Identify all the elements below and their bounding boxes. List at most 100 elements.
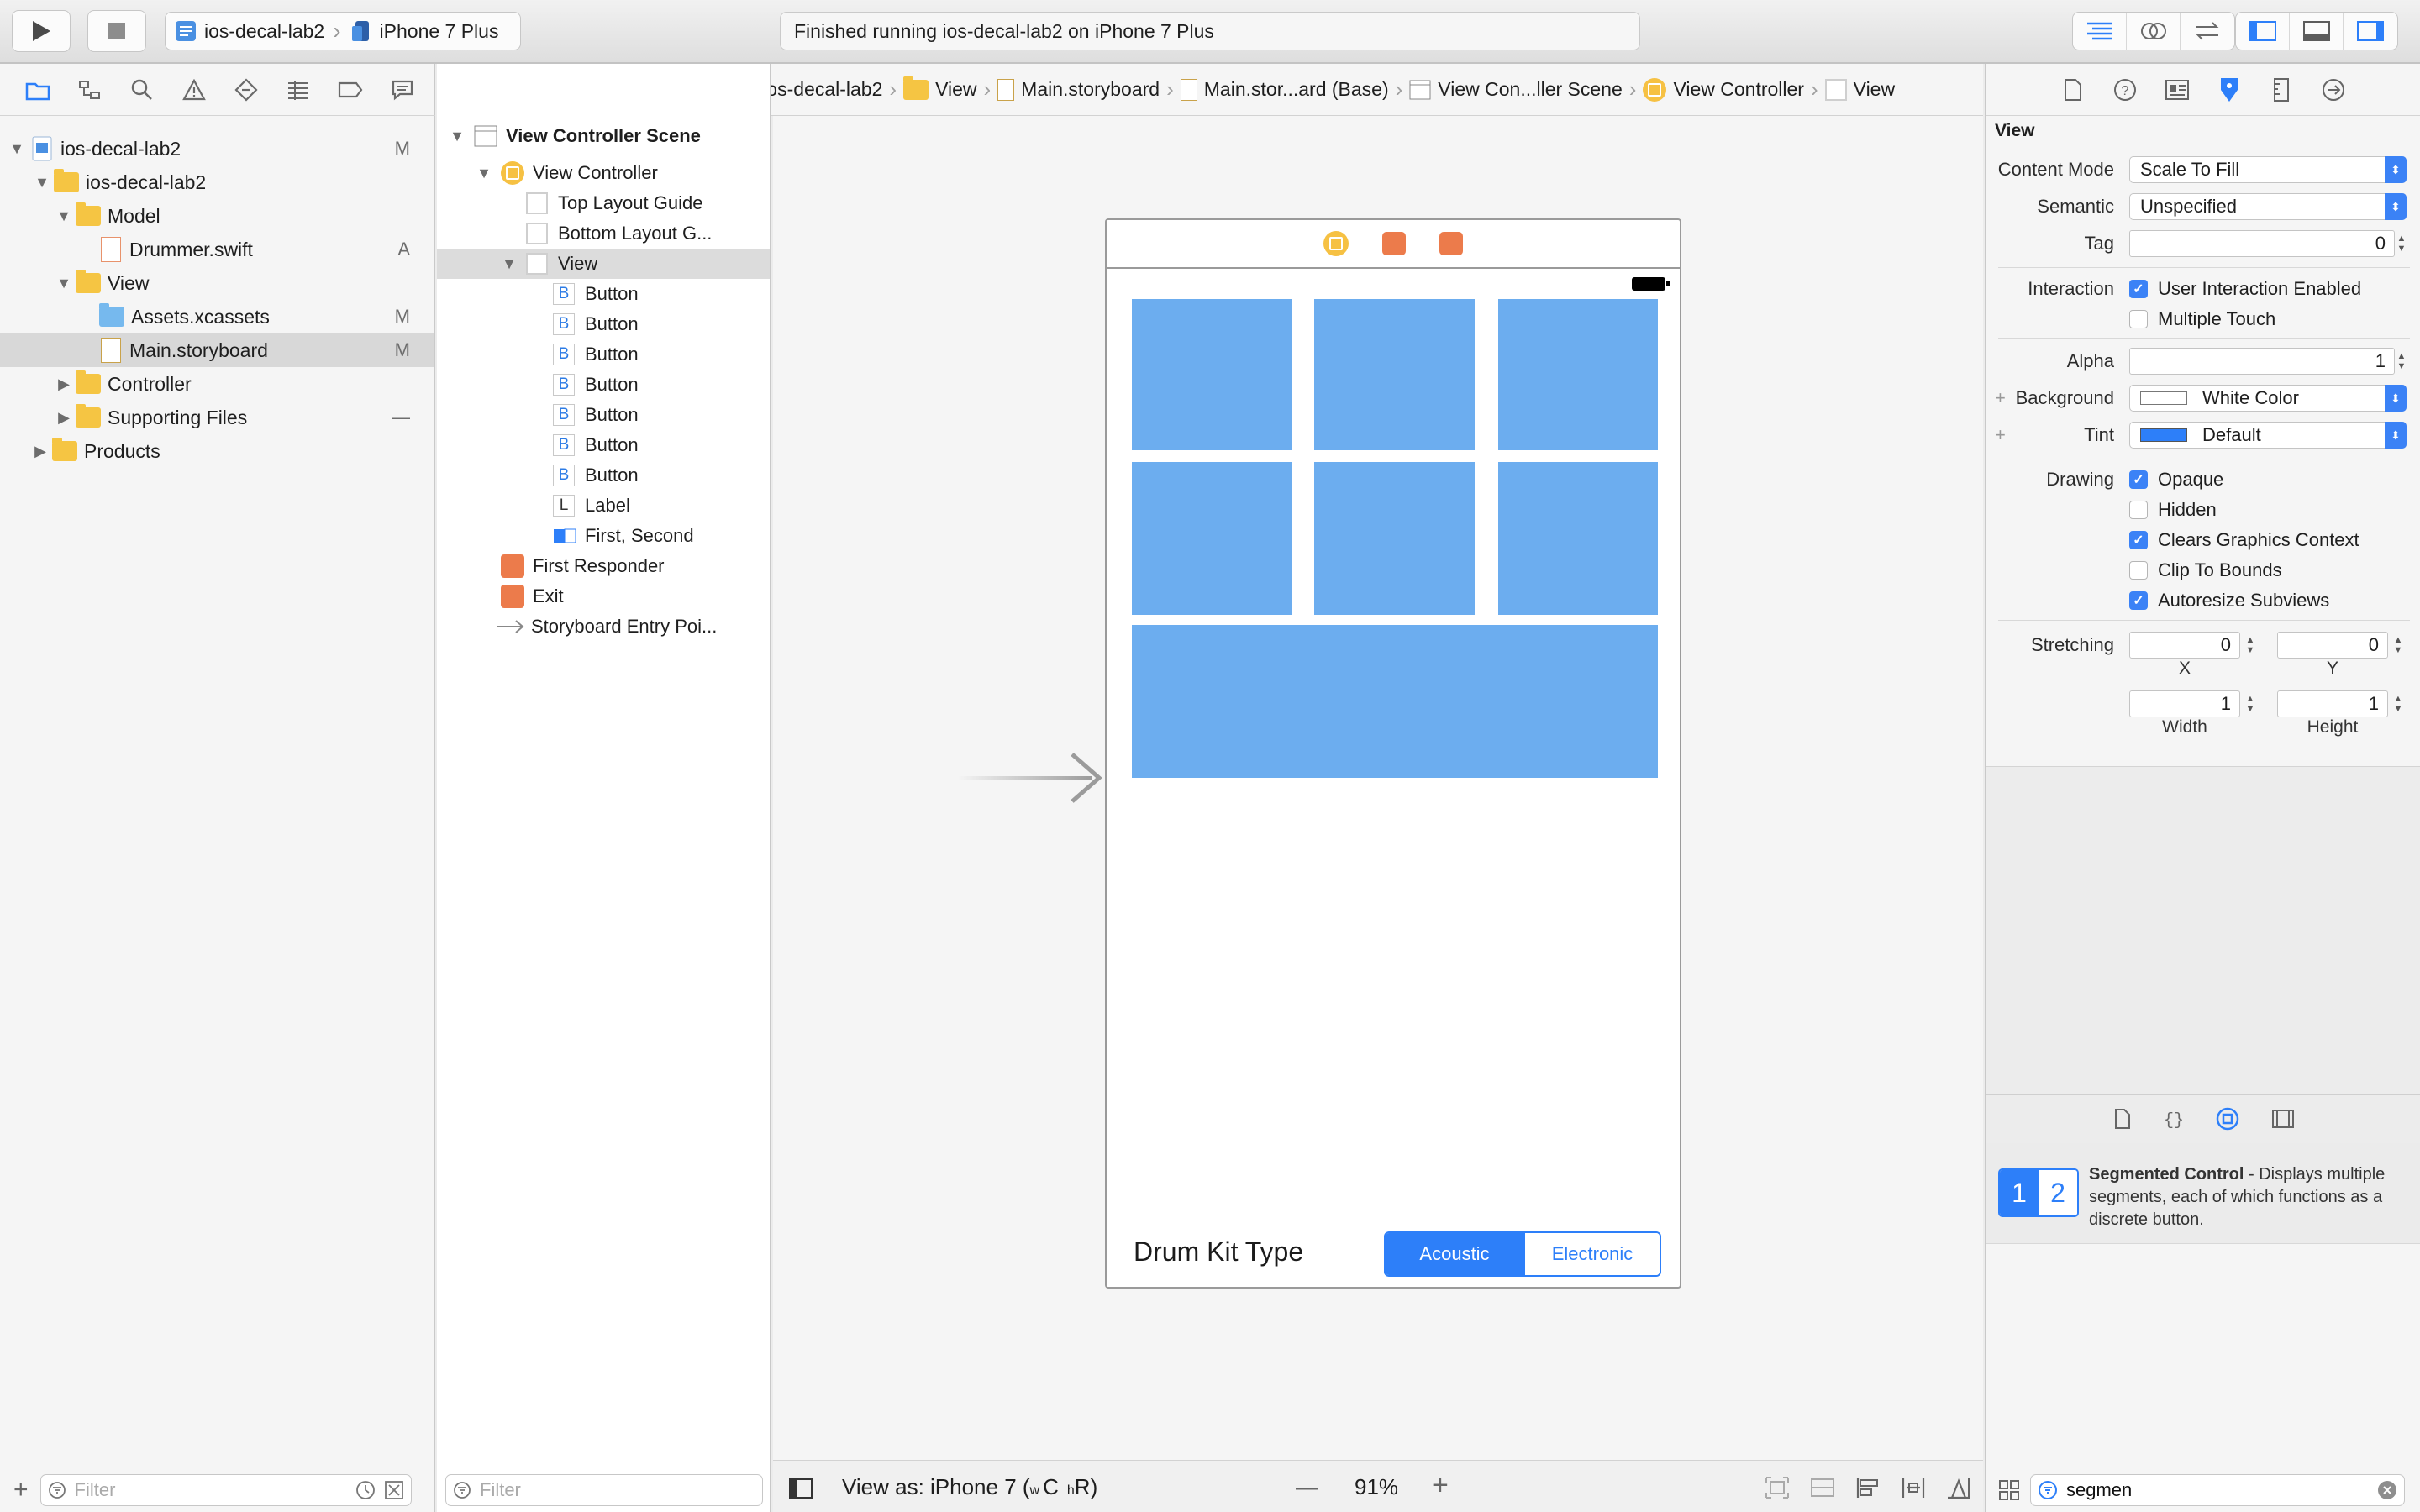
recent-clock-icon[interactable] xyxy=(355,1480,376,1500)
stretch-y-field[interactable]: 0 xyxy=(2277,632,2388,659)
outline-button[interactable]: B Button xyxy=(437,370,770,400)
outline-first-responder[interactable]: First Responder xyxy=(437,551,770,581)
tag-stepper[interactable]: ▲ ▼ xyxy=(2395,230,2408,257)
autoresize-checkbox[interactable] xyxy=(2129,591,2148,610)
clear-search-icon[interactable] xyxy=(2377,1480,2397,1500)
add-variation-icon[interactable]: + xyxy=(1995,424,2006,446)
clip-to-bounds-checkbox[interactable] xyxy=(2129,561,2148,580)
disclosure-closed-icon[interactable]: ▶ xyxy=(32,443,49,459)
outline-button[interactable]: B Button xyxy=(437,279,770,309)
outline-button[interactable]: B Button xyxy=(437,400,770,430)
scm-filter-icon[interactable] xyxy=(384,1480,404,1500)
disclosure-open-icon[interactable]: ▼ xyxy=(449,128,466,144)
disclosure-open-icon[interactable]: ▼ xyxy=(501,255,518,272)
stack-icon[interactable] xyxy=(1810,1476,1835,1499)
stretch-height-stepper[interactable]: ▲ ▼ xyxy=(2391,690,2405,717)
stop-button[interactable] xyxy=(87,10,146,52)
alpha-stepper[interactable]: ▲ ▼ xyxy=(2395,348,2408,375)
standard-editor-button[interactable] xyxy=(2073,13,2127,50)
disclosure-closed-icon[interactable]: ▶ xyxy=(55,409,72,426)
first-responder-icon[interactable] xyxy=(1382,232,1406,255)
align-icon[interactable] xyxy=(1855,1476,1881,1499)
object-library-icon[interactable] xyxy=(2216,1107,2239,1131)
outline-button[interactable]: B Button xyxy=(437,309,770,339)
library-search-input[interactable]: segmen xyxy=(2030,1473,2405,1506)
outline-exit[interactable]: Exit xyxy=(437,581,770,612)
version-editor-button[interactable] xyxy=(2181,13,2234,50)
add-icon[interactable]: + xyxy=(13,1476,29,1504)
disclosure-open-icon[interactable]: ▼ xyxy=(476,165,492,181)
toggle-debug-button[interactable] xyxy=(2290,13,2344,50)
zoom-out-button[interactable]: — xyxy=(1296,1474,1318,1500)
crumb-storyboard[interactable]: Main.storyboard xyxy=(991,78,1166,101)
semantic-popup[interactable]: Unspecified ⬍ xyxy=(2129,193,2407,220)
outline-button[interactable]: B Button xyxy=(437,460,770,491)
file-inspector-icon[interactable] xyxy=(2060,76,2086,103)
tree-item-main-storyboard[interactable]: Main.storyboard M xyxy=(0,333,434,367)
tint-popup[interactable]: Default ⬍ xyxy=(2129,422,2407,449)
connections-inspector-icon[interactable] xyxy=(2320,76,2347,103)
tree-item-view[interactable]: ▼ View xyxy=(0,266,434,300)
search-tab-icon[interactable] xyxy=(129,77,155,102)
segment-electronic[interactable]: Electronic xyxy=(1523,1233,1660,1275)
disclosure-open-icon[interactable]: ▼ xyxy=(34,174,50,191)
alpha-field[interactable]: 1 xyxy=(2129,348,2395,375)
outline-scene[interactable]: ▼ View Controller Scene xyxy=(437,121,770,151)
crumb-view-folder[interactable]: View xyxy=(897,76,983,101)
debug-tab-icon[interactable] xyxy=(286,77,311,102)
hierarchy-tab-icon[interactable] xyxy=(77,77,103,102)
breakpoint-tab-icon[interactable] xyxy=(338,77,363,102)
segment-acoustic[interactable]: Acoustic xyxy=(1386,1233,1523,1275)
tree-item-supporting-files[interactable]: ▶ Supporting Files — xyxy=(0,401,434,434)
assistant-editor-button[interactable] xyxy=(2127,13,2181,50)
scheme-selector[interactable]: ios-decal-lab2 › iPhone 7 Plus xyxy=(165,12,521,50)
outline-bottom-layout-guide[interactable]: Bottom Layout G... xyxy=(437,218,770,249)
outline-segmented-control[interactable]: First, Second xyxy=(437,521,770,551)
folder-tab-icon[interactable] xyxy=(25,77,50,102)
disclosure-open-icon[interactable]: ▼ xyxy=(8,140,25,157)
resolve-issues-icon[interactable] xyxy=(1946,1476,1971,1499)
tree-item-project[interactable]: ▼ ios-decal-lab2 M xyxy=(0,132,434,165)
user-interaction-checkbox[interactable] xyxy=(2129,280,2148,298)
disclosure-closed-icon[interactable]: ▶ xyxy=(55,375,72,392)
add-variation-icon[interactable]: + xyxy=(1995,387,2006,409)
tree-item-controller[interactable]: ▶ Controller xyxy=(0,367,434,401)
identity-inspector-icon[interactable] xyxy=(2164,76,2191,103)
view-controller-icon[interactable] xyxy=(1323,231,1349,256)
run-button[interactable] xyxy=(12,10,71,52)
drum-pad-button-wide[interactable] xyxy=(1132,625,1658,778)
stretch-width-stepper[interactable]: ▲ ▼ xyxy=(2244,690,2257,717)
attributes-inspector-icon[interactable] xyxy=(2216,76,2243,103)
outline-toggle-icon[interactable] xyxy=(788,1478,813,1499)
tree-item-assets[interactable]: Assets.xcassets M xyxy=(0,300,434,333)
drum-pad-button-6[interactable] xyxy=(1498,462,1658,615)
exit-icon[interactable] xyxy=(1439,232,1463,255)
multiple-touch-checkbox[interactable] xyxy=(2129,310,2148,328)
stretch-y-stepper[interactable]: ▲ ▼ xyxy=(2391,632,2405,659)
library-item-segmented-control[interactable]: 1 2 Segmented Control - Displays multipl… xyxy=(1986,1143,2420,1244)
stretch-height-field[interactable]: 1 xyxy=(2277,690,2388,717)
content-mode-popup[interactable]: Scale To Fill ⬍ xyxy=(2129,156,2407,183)
file-template-icon[interactable] xyxy=(2113,1108,2132,1130)
update-frames-icon[interactable] xyxy=(1765,1476,1790,1499)
outline-button[interactable]: B Button xyxy=(437,339,770,370)
background-popup[interactable]: White Color ⬍ xyxy=(2129,385,2407,412)
warning-tab-icon[interactable] xyxy=(182,77,207,102)
clears-context-checkbox[interactable] xyxy=(2129,531,2148,549)
zoom-in-button[interactable]: + xyxy=(1432,1469,1449,1502)
toggle-navigator-button[interactable] xyxy=(2236,13,2290,50)
outline-top-layout-guide[interactable]: Top Layout Guide xyxy=(437,188,770,218)
outline-entry-point[interactable]: Storyboard Entry Poi... xyxy=(437,612,770,642)
outline-view[interactable]: ▼ View xyxy=(437,249,770,279)
grid-view-icon[interactable] xyxy=(1998,1479,2020,1501)
pin-icon[interactable] xyxy=(1901,1476,1926,1499)
drum-pad-button-5[interactable] xyxy=(1314,462,1475,615)
crumb-scene[interactable]: View Con...ller Scene xyxy=(1402,78,1628,101)
help-inspector-icon[interactable]: ? xyxy=(2112,76,2139,103)
stretch-x-stepper[interactable]: ▲ ▼ xyxy=(2244,632,2257,659)
stretch-x-field[interactable]: 0 xyxy=(2129,632,2240,659)
report-tab-icon[interactable] xyxy=(390,77,415,102)
crumb-view[interactable]: View xyxy=(1818,78,1902,101)
disclosure-open-icon[interactable]: ▼ xyxy=(55,207,72,224)
drum-pad-button-2[interactable] xyxy=(1314,299,1475,450)
